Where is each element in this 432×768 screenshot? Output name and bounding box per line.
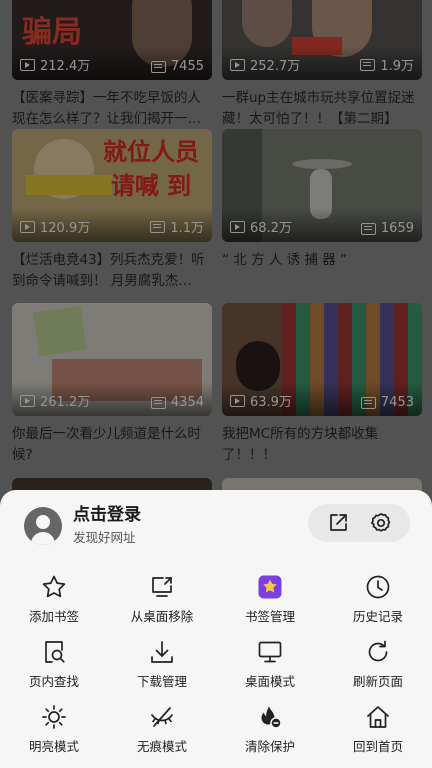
history-clock-icon bbox=[365, 574, 391, 600]
menu-label: 从桌面移除 bbox=[130, 609, 194, 624]
login-entry[interactable]: 点击登录 发现好网址 bbox=[24, 504, 141, 547]
refresh-icon bbox=[365, 639, 391, 665]
menu-label: 桌面模式 bbox=[244, 674, 295, 689]
home-icon bbox=[365, 704, 391, 730]
avatar[interactable] bbox=[24, 506, 62, 545]
share-icon[interactable] bbox=[326, 511, 350, 535]
menu-label: 下载管理 bbox=[136, 674, 187, 689]
menu-history[interactable]: 历史记录 bbox=[324, 570, 432, 635]
top-actions bbox=[308, 504, 410, 542]
sun-icon bbox=[41, 704, 67, 730]
menu-incognito[interactable]: 无痕模式 bbox=[108, 700, 216, 765]
remove-from-desktop-icon bbox=[149, 574, 175, 600]
gear-icon[interactable] bbox=[369, 511, 393, 535]
download-icon bbox=[149, 639, 175, 665]
star-icon bbox=[41, 574, 67, 600]
bookmark-manager-icon bbox=[257, 574, 283, 600]
browser-menu-sheet: 点击登录 发现好网址 添加书签 从桌面移除 书签管理 历史记录 页内查找 下载管… bbox=[0, 490, 432, 768]
menu-label: 书签管理 bbox=[244, 609, 295, 624]
menu-label: 刷新页面 bbox=[352, 674, 403, 689]
menu-label: 历史记录 bbox=[352, 609, 403, 624]
menu-label: 添加书签 bbox=[28, 609, 79, 624]
menu-light-mode[interactable]: 明亮模式 bbox=[0, 700, 108, 765]
incognito-eye-icon bbox=[149, 704, 175, 730]
menu-label: 明亮模式 bbox=[28, 739, 79, 754]
menu-label: 无痕模式 bbox=[136, 739, 187, 754]
find-in-page-icon bbox=[41, 639, 67, 665]
menu-home[interactable]: 回到首页 bbox=[324, 700, 432, 765]
desktop-monitor-icon bbox=[257, 639, 283, 665]
menu-clear-protect[interactable]: 清除保护 bbox=[216, 700, 324, 765]
menu-bookmark-manager[interactable]: 书签管理 bbox=[216, 570, 324, 635]
menu-download-manager[interactable]: 下载管理 bbox=[108, 635, 216, 700]
menu-label: 页内查找 bbox=[28, 674, 79, 689]
menu-add-bookmark[interactable]: 添加书签 bbox=[0, 570, 108, 635]
menu-refresh[interactable]: 刷新页面 bbox=[324, 635, 432, 700]
menu-label: 回到首页 bbox=[352, 739, 403, 754]
menu-remove-from-desktop[interactable]: 从桌面移除 bbox=[108, 570, 216, 635]
login-title[interactable]: 点击登录 bbox=[73, 504, 141, 526]
login-subtitle: 发现好网址 bbox=[73, 530, 136, 545]
clear-protect-icon bbox=[257, 704, 283, 730]
menu-label: 清除保护 bbox=[244, 739, 295, 754]
menu-find-in-page[interactable]: 页内查找 bbox=[0, 635, 108, 700]
menu-grid: 添加书签 从桌面移除 书签管理 历史记录 页内查找 下载管理 桌面模式 刷新页面… bbox=[0, 570, 432, 765]
menu-desktop-mode[interactable]: 桌面模式 bbox=[216, 635, 324, 700]
